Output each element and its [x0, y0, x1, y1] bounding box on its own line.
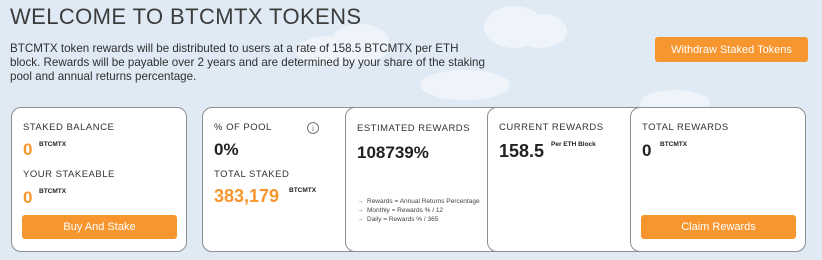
- estimated-rewards-value: 108739%: [357, 143, 429, 162]
- stakeable-value: 0: [23, 188, 33, 207]
- formula-annual: Rewards = Annual Returns Percentage: [367, 198, 480, 205]
- cloud-decoration: [515, 14, 567, 48]
- staked-balance-label: STAKED BALANCE: [23, 122, 115, 133]
- formula-monthly: Monthly = Rewards % / 12: [367, 207, 444, 214]
- total-rewards-unit: BTCMTX: [660, 141, 688, 148]
- staked-balance-card: STAKED BALANCE 0 BTCMTX YOUR STAKEABLE 0…: [11, 107, 187, 252]
- claim-rewards-button[interactable]: Claim Rewards: [641, 215, 796, 239]
- stakeable-unit: BTCMTX: [39, 188, 67, 195]
- withdraw-staked-tokens-button[interactable]: Withdraw Staked Tokens: [655, 37, 808, 62]
- estimated-rewards-label: ESTIMATED REWARDS: [357, 123, 471, 134]
- total-staked-value: 383,179: [214, 186, 280, 206]
- staked-balance-value: 0: [23, 140, 33, 159]
- total-rewards-card: TOTAL REWARDS 0 BTCMTX Claim Rewards: [630, 107, 806, 252]
- total-staked-label: TOTAL STAKED: [214, 169, 290, 180]
- pool-share-label: % OF POOL: [214, 122, 272, 133]
- total-staked-unit: BTCMTX: [289, 187, 317, 194]
- arrow-right-icon: →: [357, 216, 364, 223]
- total-rewards-value: 0: [642, 141, 652, 160]
- current-rewards-label: CURRENT REWARDS: [499, 122, 604, 133]
- pool-share-value: 0%: [214, 140, 239, 159]
- total-rewards-label: TOTAL REWARDS: [642, 122, 729, 133]
- buy-and-stake-button[interactable]: Buy And Stake: [22, 215, 177, 239]
- current-rewards-value: 158.5: [499, 141, 545, 161]
- arrow-right-icon: →: [357, 207, 364, 214]
- page-description: BTCMTX token rewards will be distributed…: [10, 42, 485, 83]
- stakeable-label: YOUR STAKEABLE: [23, 169, 115, 180]
- current-rewards-unit: Per ETH Block: [551, 141, 596, 148]
- page-title: WELCOME TO BTCMTX TOKENS: [10, 4, 362, 29]
- formula-daily: Daily = Rewards % / 365: [367, 216, 439, 223]
- info-icon[interactable]: i: [307, 122, 319, 134]
- staked-balance-unit: BTCMTX: [39, 141, 67, 148]
- arrow-right-icon: →: [357, 198, 364, 205]
